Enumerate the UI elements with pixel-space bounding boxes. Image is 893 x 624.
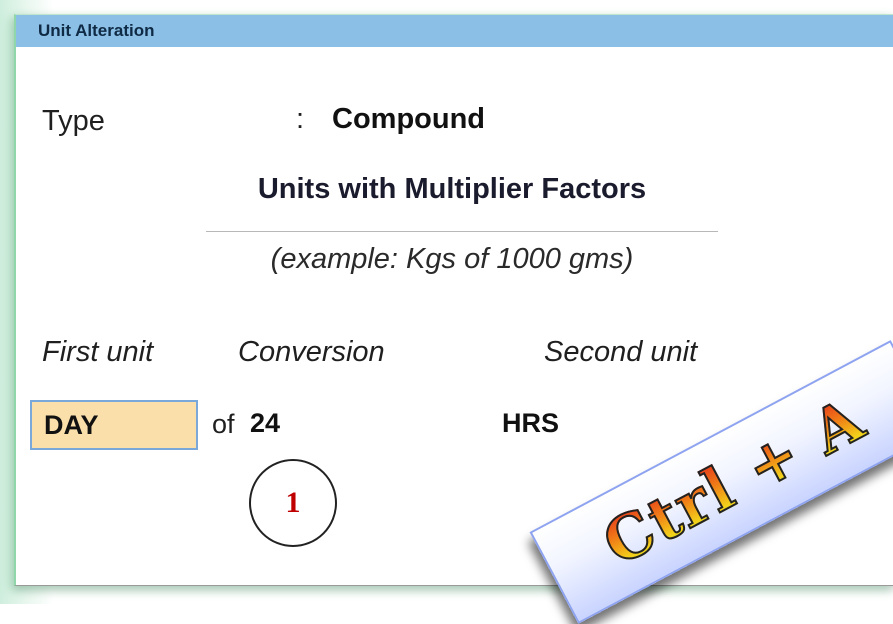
first-unit-field[interactable]: DAY xyxy=(30,400,198,450)
heading-divider xyxy=(206,231,718,232)
type-label: Type xyxy=(42,105,105,137)
type-value[interactable]: Compound xyxy=(332,103,485,136)
second-unit-field[interactable]: HRS xyxy=(502,408,559,439)
conversion-field[interactable]: 24 xyxy=(250,408,280,439)
column-header-second-unit: Second unit xyxy=(544,336,698,368)
title-bar: Unit Alteration xyxy=(16,15,893,47)
type-separator: : xyxy=(296,103,305,135)
section-heading: Units with Multiplier Factors xyxy=(257,173,647,205)
column-header-first-unit: First unit xyxy=(42,336,154,368)
window-title: Unit Alteration xyxy=(38,21,155,40)
step-number-badge: 1 xyxy=(249,459,337,547)
column-header-conversion: Conversion xyxy=(238,336,385,368)
section-example: (example: Kgs of 1000 gms) xyxy=(270,243,634,275)
of-label: of xyxy=(212,409,235,439)
